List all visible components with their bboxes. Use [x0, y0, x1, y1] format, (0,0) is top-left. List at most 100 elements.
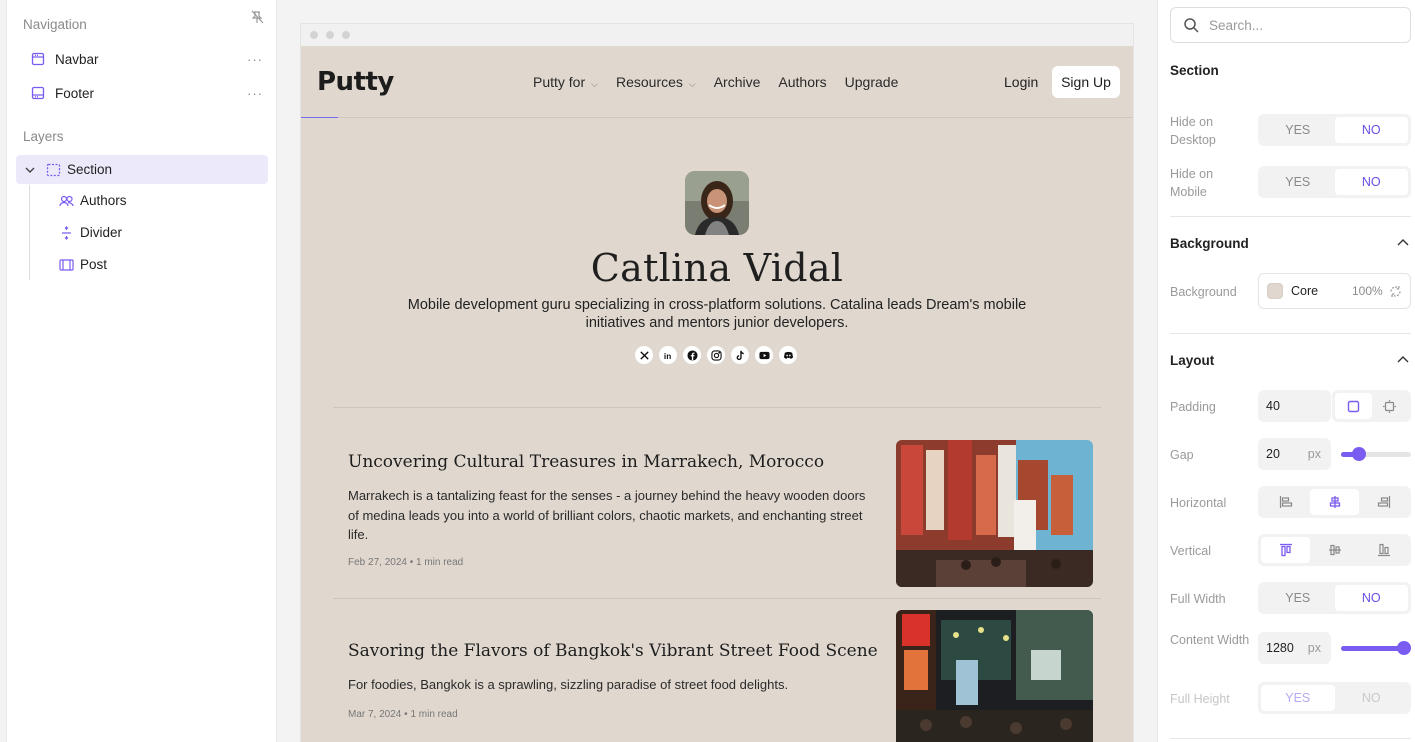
menu-item-resources[interactable]: Resources ⌵: [616, 74, 696, 90]
align-middle-icon: [1328, 544, 1341, 556]
preview-frame: Putty Putty for ⌵ Resources ⌵ Archive Auth…: [301, 24, 1133, 742]
yes-option[interactable]: YES: [1261, 169, 1335, 195]
no-option[interactable]: NO: [1334, 585, 1408, 611]
site-navbar[interactable]: Putty Putty for ⌵ Resources ⌵ Archive Auth…: [301, 46, 1133, 118]
chevron-down-icon: ⌵: [688, 79, 696, 89]
youtube-icon[interactable]: [755, 346, 773, 364]
layer-label: Divider: [80, 225, 123, 240]
align-middle-option[interactable]: [1310, 537, 1359, 563]
more-options-icon[interactable]: ···: [247, 52, 263, 67]
navigation-heading: Navigation: [23, 17, 87, 32]
post-image-marrakech[interactable]: [896, 440, 1093, 587]
chevron-up-icon[interactable]: [1396, 353, 1410, 367]
linkedin-icon[interactable]: in: [659, 346, 677, 364]
align-top-icon: [1279, 543, 1292, 557]
content-width-slider-handle[interactable]: [1397, 641, 1411, 655]
layer-label: Post: [80, 257, 108, 272]
x-icon[interactable]: [635, 346, 653, 364]
layer-label: Section: [67, 162, 113, 177]
padding-individual-option[interactable]: [1372, 393, 1409, 419]
full-height-toggle[interactable]: YES NO: [1258, 682, 1411, 714]
padding-mode-toggle[interactable]: [1332, 390, 1411, 422]
menu-item-putty-for[interactable]: Putty for ⌵: [533, 74, 598, 90]
divider: [1170, 216, 1411, 217]
post-card[interactable]: Savoring the Flavors of Bangkok's Vibran…: [348, 641, 878, 720]
layer-section[interactable]: Section: [24, 162, 112, 177]
layer-post[interactable]: Post: [59, 257, 107, 272]
author-avatar: [685, 171, 749, 235]
unpin-icon[interactable]: [250, 10, 264, 24]
no-option[interactable]: NO: [1335, 685, 1409, 711]
gap-input[interactable]: 20 px: [1258, 438, 1331, 470]
signup-button[interactable]: Sign Up: [1052, 66, 1120, 98]
vertical-align-group[interactable]: [1258, 534, 1411, 566]
padding-uniform-option[interactable]: [1335, 393, 1372, 419]
footer-icon: [31, 86, 45, 100]
nav-item-footer[interactable]: Footer ···: [23, 79, 263, 107]
menu-item-upgrade[interactable]: Upgrade: [845, 74, 899, 90]
align-bottom-icon: [1377, 543, 1390, 557]
properties-panel: Search... Section Hide on Desktop YES NO…: [1157, 0, 1415, 742]
background-value: Core: [1291, 284, 1319, 298]
yes-option[interactable]: YES: [1261, 685, 1335, 711]
gap-slider-handle[interactable]: [1352, 447, 1366, 461]
align-bottom-option[interactable]: [1359, 537, 1408, 563]
search-input[interactable]: Search...: [1170, 7, 1411, 43]
no-option[interactable]: NO: [1334, 169, 1408, 195]
full-width-toggle[interactable]: YES NO: [1258, 582, 1411, 614]
horizontal-label: Horizontal: [1170, 496, 1227, 510]
left-panel: Navigation Navbar ··· Footer ··· Layers …: [6, 0, 277, 742]
no-option[interactable]: NO: [1334, 117, 1408, 143]
post-excerpt: For foodies, Bangkok is a sprawling, siz…: [348, 677, 789, 692]
menu-item-archive[interactable]: Archive: [714, 74, 761, 90]
tiktok-icon[interactable]: [731, 346, 749, 364]
background-label: Background: [1170, 285, 1237, 299]
yes-option[interactable]: YES: [1261, 117, 1335, 143]
yes-option[interactable]: YES: [1261, 585, 1335, 611]
chevron-up-icon[interactable]: [1396, 236, 1410, 250]
instagram-icon[interactable]: [707, 346, 725, 364]
hide-mobile-label: Hide on Mobile: [1170, 167, 1214, 199]
facebook-icon[interactable]: [683, 346, 701, 364]
chevron-down-icon: ⌵: [591, 79, 598, 89]
align-top-option[interactable]: [1261, 537, 1310, 563]
divider-line: [333, 407, 1101, 408]
square-icon: [1347, 400, 1359, 412]
divider-icon: [62, 225, 71, 240]
site-logo[interactable]: Putty: [317, 67, 394, 97]
align-center-icon: [1329, 496, 1340, 508]
login-link[interactable]: Login: [1004, 74, 1038, 90]
post-title[interactable]: Savoring the Flavors of Bangkok's Vibran…: [348, 641, 878, 661]
navbar-icon: [31, 52, 45, 66]
background-heading: Background: [1170, 236, 1249, 251]
content-width-label: Content Width: [1170, 633, 1250, 647]
chevron-down-icon[interactable]: [24, 164, 36, 176]
horizontal-align-group[interactable]: [1258, 486, 1411, 518]
svg-text:in: in: [663, 352, 670, 361]
vertical-label: Vertical: [1170, 544, 1211, 558]
layer-divider[interactable]: Divider: [59, 225, 122, 240]
post-image-bangkok[interactable]: [896, 610, 1093, 742]
align-center-option[interactable]: [1310, 489, 1359, 515]
author-bio: Mobile development guru specializing in …: [407, 297, 1027, 331]
background-color-field[interactable]: Core 100%: [1258, 273, 1411, 309]
align-right-option[interactable]: [1359, 489, 1408, 515]
hide-mobile-toggle[interactable]: YES NO: [1258, 166, 1411, 198]
align-left-option[interactable]: [1261, 489, 1310, 515]
layer-authors[interactable]: Authors: [59, 193, 127, 208]
swap-icon[interactable]: [1389, 285, 1402, 298]
nav-item-navbar[interactable]: Navbar ···: [23, 45, 263, 73]
padding-input[interactable]: 40: [1258, 390, 1331, 422]
more-options-icon[interactable]: ···: [247, 86, 263, 101]
section-heading: Section: [1170, 63, 1219, 78]
hide-desktop-toggle[interactable]: YES NO: [1258, 114, 1411, 146]
discord-icon[interactable]: [779, 346, 797, 364]
divider-line: [333, 598, 1101, 599]
search-placeholder: Search...: [1209, 17, 1264, 33]
post-title[interactable]: Uncovering Cultural Treasures in Marrake…: [348, 452, 878, 472]
content-width-input[interactable]: 1280 px: [1258, 632, 1331, 664]
post-card[interactable]: Uncovering Cultural Treasures in Marrake…: [348, 452, 878, 568]
menu-item-authors[interactable]: Authors: [778, 74, 826, 90]
nav-item-label: Footer: [55, 85, 95, 101]
social-links: in: [635, 346, 797, 364]
